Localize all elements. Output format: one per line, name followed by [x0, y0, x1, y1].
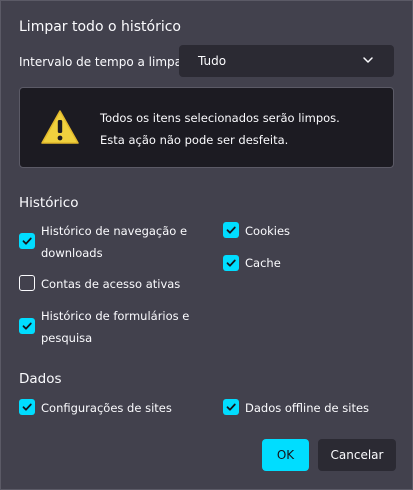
offline-data-label[interactable]: Dados offline de sites: [245, 397, 369, 419]
ok-button[interactable]: OK: [262, 439, 309, 471]
dialog-title: Limpar todo o histórico: [19, 19, 181, 35]
browsing-history-label-line1[interactable]: Histórico de navegação e: [41, 220, 187, 242]
warning-box: Todos os itens selecionados serão limpos…: [19, 87, 394, 168]
browsing-history-label-line2[interactable]: downloads: [41, 242, 103, 264]
cache-label[interactable]: Cache: [245, 252, 281, 274]
form-history-label-line1[interactable]: Histórico de formulários e: [41, 305, 189, 327]
active-logins-label[interactable]: Contas de acesso ativas: [41, 273, 180, 295]
browsing-history-checkbox[interactable]: [19, 233, 35, 249]
cancel-button[interactable]: Cancelar: [318, 439, 396, 471]
offline-data-checkbox[interactable]: [223, 399, 239, 415]
cookies-label[interactable]: Cookies: [245, 220, 290, 242]
form-history-checkbox[interactable]: [19, 318, 35, 334]
cache-checkbox[interactable]: [223, 255, 239, 271]
active-logins-checkbox[interactable]: [19, 275, 35, 291]
cookies-checkbox[interactable]: [223, 222, 239, 238]
time-range-value: Tudo: [198, 54, 227, 68]
form-history-label-line2[interactable]: pesquisa: [41, 327, 92, 349]
warning-text-line1: Todos os itens selecionados serão limpos…: [100, 111, 340, 125]
data-section-heading: Dados: [19, 371, 62, 387]
time-range-label: Intervalo de tempo a limpar:: [19, 55, 191, 69]
warning-text-line2: Esta ação não pode ser desfeita.: [100, 133, 289, 147]
chevron-down-icon: [362, 54, 374, 69]
time-range-select[interactable]: Tudo: [179, 45, 394, 77]
clear-history-dialog: Limpar todo o histórico Intervalo de tem…: [0, 0, 413, 490]
site-settings-label[interactable]: Configurações de sites: [41, 397, 172, 419]
warning-icon: [40, 109, 80, 148]
site-settings-checkbox[interactable]: [19, 399, 35, 415]
history-section-heading: Histórico: [19, 195, 79, 211]
